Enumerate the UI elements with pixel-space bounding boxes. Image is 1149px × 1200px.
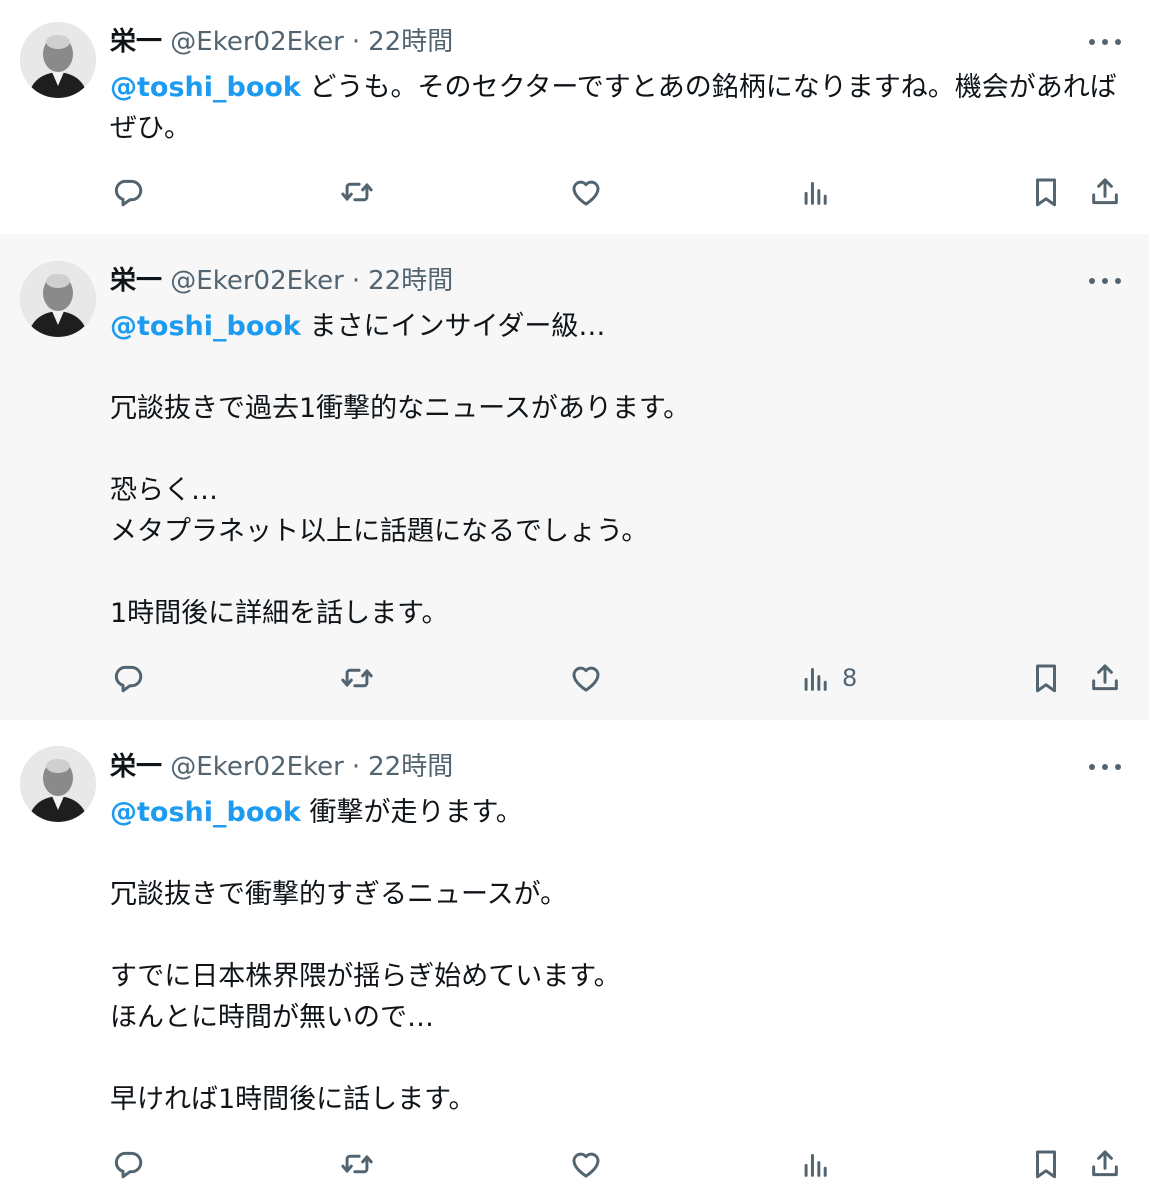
- share-button[interactable]: [1088, 658, 1122, 698]
- text-line: @toshi_book どうも。そのセクターですとあの銘柄になりますね。機会があ…: [110, 67, 1120, 108]
- action-bar: 8: [0, 658, 1149, 698]
- reply-icon: [114, 179, 143, 207]
- separator: ·: [351, 27, 361, 57]
- tweet[interactable]: 栄一 @Eker02Eker · 22時間 @toshi_book 衝撃が走ります。…: [0, 720, 1149, 1200]
- retweet-button[interactable]: [340, 658, 374, 698]
- share-icon: [1092, 664, 1118, 691]
- more-icon[interactable]: [1089, 269, 1121, 293]
- author-name[interactable]: 栄一: [110, 266, 162, 296]
- views-button[interactable]: 8: [799, 658, 857, 698]
- avatar[interactable]: [20, 261, 96, 337]
- text-line: [110, 1038, 1120, 1079]
- text-line: [110, 833, 1120, 874]
- bookmark-button[interactable]: [1029, 172, 1063, 212]
- retweet-button[interactable]: [340, 172, 374, 212]
- separator: ·: [351, 752, 361, 782]
- reply-button[interactable]: [111, 172, 145, 212]
- text-line: ぜひ。: [110, 113, 191, 144]
- heart-icon: [572, 180, 600, 206]
- text-line: [110, 347, 1120, 388]
- author-name[interactable]: 栄一: [110, 27, 162, 57]
- tweet-header: 栄一 @Eker02Eker · 22時間: [110, 25, 453, 59]
- text-line: すでに日本株界隈が揺らぎ始めています。: [110, 961, 621, 992]
- text-line: @toshi_book まさにインサイダー級…: [110, 306, 1120, 347]
- text-line-content: どうも。そのセクターですとあの銘柄になりますね。機会があれば: [309, 72, 1117, 103]
- bookmark-button[interactable]: [1029, 1144, 1063, 1184]
- tweet-header: 栄一 @Eker02Eker · 22時間: [110, 264, 453, 298]
- heart-icon: [572, 666, 600, 692]
- reply-button[interactable]: [111, 1144, 145, 1184]
- text-line-content: まさにインサイダー級…: [309, 311, 606, 342]
- share-icon: [1092, 178, 1118, 205]
- retweet-icon: [341, 1154, 373, 1174]
- tweet-text: @toshi_book 衝撃が走ります。 冗談抜きで衝撃的すぎるニュースが。 す…: [110, 792, 1120, 1120]
- more-icon[interactable]: [1089, 755, 1121, 779]
- tweet[interactable]: 栄一 @Eker02Eker · 22時間 @toshi_book まさにインサイダ…: [0, 234, 1149, 720]
- views-icon: [804, 668, 827, 691]
- tweet-text: @toshi_book どうも。そのセクターですとあの銘柄になりますね。機会があ…: [110, 67, 1120, 149]
- tweet-header: 栄一 @Eker02Eker · 22時間: [110, 750, 453, 784]
- share-icon: [1092, 1150, 1118, 1177]
- avatar[interactable]: [20, 22, 96, 98]
- share-button[interactable]: [1088, 172, 1122, 212]
- retweet-icon: [341, 668, 373, 688]
- reply-icon: [114, 665, 143, 693]
- text-line: メタプラネット以上に話題になるでしょう。: [110, 516, 649, 547]
- text-line: ほんとに時間が無いので…: [110, 1002, 434, 1033]
- text-line: 1時間後に詳細を話します。: [110, 598, 449, 629]
- share-button[interactable]: [1088, 1144, 1122, 1184]
- avatar[interactable]: [20, 746, 96, 822]
- tweet-text: @toshi_book まさにインサイダー級… 冗談抜きで過去1衝撃的なニュース…: [110, 306, 1120, 634]
- action-bar: [0, 1144, 1149, 1184]
- text-line: [110, 552, 1120, 593]
- views-count: 8: [842, 664, 858, 692]
- text-line: @toshi_book 衝撃が走ります。: [110, 792, 1120, 833]
- retweet-icon: [341, 182, 373, 202]
- views-icon: [804, 182, 827, 205]
- bookmark-button[interactable]: [1029, 658, 1063, 698]
- like-button[interactable]: [569, 658, 603, 698]
- views-button[interactable]: [799, 1144, 842, 1184]
- text-line: 恐らく…: [110, 475, 218, 506]
- like-button[interactable]: [569, 1144, 603, 1184]
- more-icon[interactable]: [1089, 30, 1121, 54]
- action-bar: [0, 172, 1149, 212]
- views-button[interactable]: [799, 172, 842, 212]
- bookmark-icon: [1036, 664, 1056, 693]
- separator: ·: [351, 266, 361, 296]
- tweet[interactable]: 栄一 @Eker02Eker · 22時間 @toshi_book どうも。そのセク…: [0, 0, 1149, 234]
- timestamp[interactable]: 22時間: [368, 266, 453, 296]
- bookmark-icon: [1036, 1150, 1056, 1179]
- bookmark-icon: [1036, 178, 1056, 207]
- text-line: 冗談抜きで衝撃的すぎるニュースが。: [110, 879, 568, 910]
- author-handle[interactable]: @Eker02Eker: [170, 27, 344, 57]
- reply-icon: [114, 1151, 143, 1179]
- heart-icon: [572, 1152, 600, 1178]
- mention-link[interactable]: @toshi_book: [110, 797, 301, 828]
- author-name[interactable]: 栄一: [110, 752, 162, 782]
- timestamp[interactable]: 22時間: [368, 27, 453, 57]
- mention-link[interactable]: @toshi_book: [110, 72, 301, 103]
- like-button[interactable]: [569, 172, 603, 212]
- views-icon: [804, 1154, 827, 1177]
- text-line-content: 衝撃が走ります。: [309, 797, 523, 828]
- text-line: 冗談抜きで過去1衝撃的なニュースがあります。: [110, 393, 691, 424]
- timestamp[interactable]: 22時間: [368, 752, 453, 782]
- text-line: [110, 915, 1120, 956]
- author-handle[interactable]: @Eker02Eker: [170, 266, 344, 296]
- retweet-button[interactable]: [340, 1144, 374, 1184]
- mention-link[interactable]: @toshi_book: [110, 311, 301, 342]
- author-handle[interactable]: @Eker02Eker: [170, 752, 344, 782]
- text-line: 早ければ1時間後に話します。: [110, 1084, 476, 1115]
- text-line: [110, 429, 1120, 470]
- reply-button[interactable]: [111, 658, 145, 698]
